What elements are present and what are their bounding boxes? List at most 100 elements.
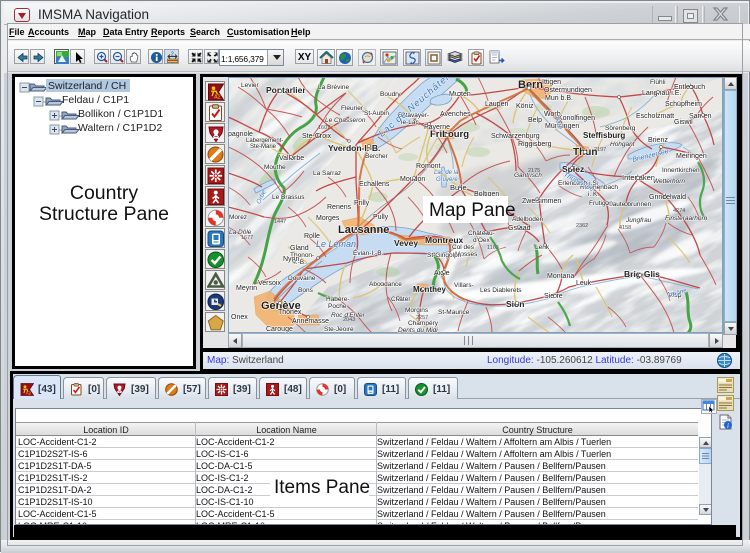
svg-text:Schüpfheim: Schüpfheim [665,101,702,108]
svg-text:Konolfingen: Konolfingen [558,115,595,122]
svg-text:2: 2 [171,52,174,58]
svg-text:Schwarzenburg: Schwarzenburg [491,133,540,140]
svg-text:Muri b.B.: Muri b.B. [545,95,573,102]
svg-text:Thônex: Thônex [278,309,302,316]
svg-text:Le Chasseron: Le Chasseron [325,117,366,124]
svg-text:Laupen: Laupen [485,101,508,108]
svg-text:2362: 2362 [576,223,588,229]
svg-text:Map Pane: Map Pane [429,200,516,221]
svg-text:Leuk: Leuk [576,280,592,287]
svg-text:Prilly: Prilly [354,200,370,207]
svg-text:St-Maurice: St-Maurice [438,309,470,316]
svg-text:pagnole: pagnole [228,131,253,138]
svg-text:Giswil: Giswil [674,119,693,126]
svg-text:Lauterbrunnen: Lauterbrunnen [609,201,652,208]
svg-text:St-Aubin: St-Aubin [364,110,389,117]
svg-text:Switzerland / CH: Switzerland / CH [48,80,126,92]
svg-text:Lenk: Lenk [535,244,550,251]
svg-text:Champéry: Champéry [408,320,439,327]
svg-text:Belp: Belp [528,117,542,124]
svg-text:Köniz: Köniz [516,103,534,110]
svg-text:Habère-: Habère- [326,296,349,303]
svg-text:Morgins: Morgins [405,307,429,314]
svg-text:Ste-Croix: Ste-Croix [302,133,332,140]
svg-text:Echallens: Echallens [359,181,390,188]
svg-text:Fleurier: Fleurier [341,105,364,112]
svg-text:Morges: Morges [316,215,340,222]
svg-text:Waltern / C1P1D2: Waltern / C1P1D2 [78,122,162,134]
svg-text:Ste-Marie: Ste-Marie [250,144,277,150]
svg-text:Morez: Morez [229,214,247,221]
svg-text:2257: 2257 [416,315,428,321]
svg-text:1677: 1677 [241,235,253,241]
svg-text:Lausanne: Lausanne [338,224,389,236]
svg-text:4274: 4274 [673,208,685,214]
svg-text:St-Gingolph: St-Gingolph [427,252,462,259]
svg-text:Bons: Bons [298,287,314,294]
svg-text:Ste-Jeoire: Ste-Jeoire [324,326,354,333]
svg-text:Villars-: Villars- [454,282,474,289]
svg-text:1163: 1163 [487,245,499,251]
svg-text:Lac de la: Lac de la [434,170,459,176]
svg-text:Yverdon-I.-B.: Yverdon-I.-B. [328,143,380,153]
svg-text:Bercher: Bercher [365,153,389,160]
svg-text:Levier: Levier [241,82,260,89]
svg-text:Finsteraarhorn: Finsteraarhorn [665,215,708,222]
svg-text:Meiringen: Meiringen [676,153,707,160]
svg-text:i: i [727,422,729,430]
svg-text:Château-: Château- [468,230,495,237]
svg-text:Sion: Sion [506,299,524,309]
svg-text:La Sarraz: La Sarraz [313,170,341,177]
svg-text:4158: 4158 [619,225,631,231]
svg-text:A2: A2 [214,95,221,101]
svg-text:Sörenberg: Sörenberg [605,125,636,132]
svg-text:Ostermundigen: Ostermundigen [544,87,592,94]
svg-text:Escholzmatt: Escholzmatt [636,113,674,120]
svg-text:2175: 2175 [528,168,540,174]
svg-text:Adelboden: Adelboden [512,216,543,223]
svg-text:Pontarlier: Pontarlier [266,85,306,95]
svg-text:Brienz: Brienz [648,137,668,144]
svg-text:Nyon: Nyon [283,256,299,263]
svg-text:Poche: Poche [328,303,347,310]
svg-text:Renens: Renens [327,204,352,211]
svg-text:1607: 1607 [318,125,330,131]
svg-text:Le Brassus: Le Brassus [272,194,305,201]
svg-text:d'Oex: d'Oex [473,237,491,244]
svg-text:Steffisburg: Steffisburg [583,131,625,140]
svg-text:2197: 2197 [594,147,606,153]
svg-text:Aigle: Aigle [434,270,450,277]
svg-text:Évian-I.-B.: Évian-I.-B. [353,248,384,257]
svg-text:Avenches: Avenches [440,111,471,118]
svg-text:Wetterhorn: Wetterhorn [653,178,685,185]
svg-text:A2: A2 [26,391,32,396]
svg-text:Bulle: Bulle [450,183,467,192]
svg-text:Hohgant: Hohgant [610,141,636,148]
svg-text:Innertkirchen: Innertkirchen [662,167,700,174]
svg-text:Gruyère: Gruyère [436,177,458,183]
svg-text:Riggisberg: Riggisberg [518,141,552,148]
svg-text:Langnau i.E.: Langnau i.E. [642,90,681,97]
svg-text:Onex: Onex [231,314,248,321]
svg-text:Boudry: Boudry [380,91,401,98]
svg-text:Bollikon / C1P1D1: Bollikon / C1P1D1 [78,108,163,120]
svg-text:Grindelwald: Grindelwald [649,194,686,201]
svg-text:Pully: Pully [373,214,389,221]
svg-text:Châtel: Châtel [391,296,410,303]
svg-text:Annemasse: Annemasse [292,318,329,325]
svg-text:Les Diablerets: Les Diablerets [480,287,522,294]
svg-text:Meyrin: Meyrin [236,285,257,292]
svg-text:Feldau / C1P1: Feldau / C1P1 [62,94,129,106]
svg-text:Abondance: Abondance [369,281,402,288]
svg-text:Versoix: Versoix [258,280,281,287]
svg-text:Romont: Romont [416,163,441,170]
svg-text:Zweisimmen: Zweisimmen [522,198,561,205]
svg-text:Carouge: Carouge [266,326,293,333]
svg-text:Montana: Montana [547,273,574,280]
svg-text:La Brévine: La Brévine [318,84,349,91]
svg-text:1447: 1447 [274,219,286,225]
svg-text:Mouthe: Mouthe [264,164,286,171]
svg-text:Le Léman: Le Léman [316,239,356,249]
svg-text:2043: 2043 [343,317,355,323]
svg-text:Vevey: Vevey [394,238,418,248]
